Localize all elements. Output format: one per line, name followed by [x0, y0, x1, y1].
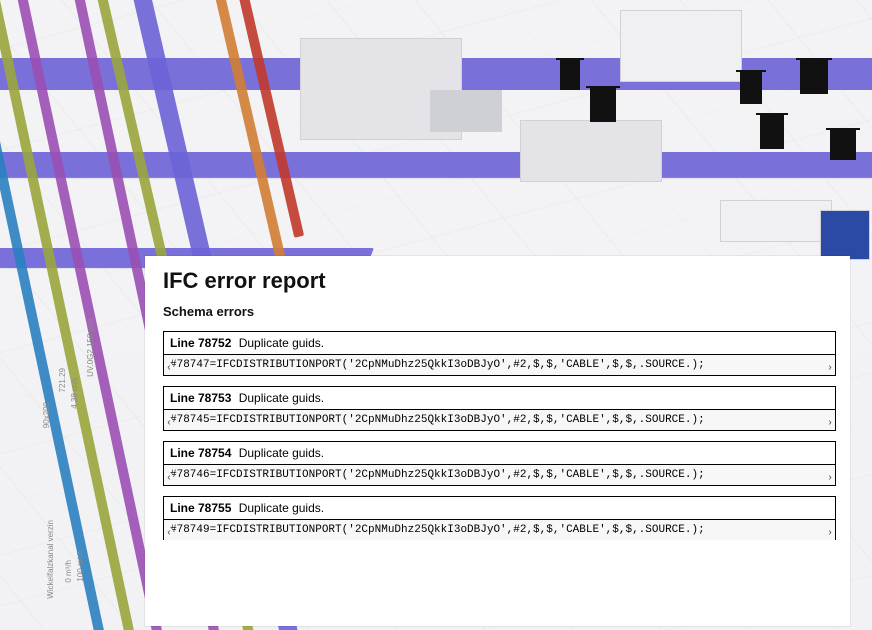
bg-label-c: 4.38 m/s — [70, 378, 79, 409]
error-code: #78747=IFCDISTRIBUTIONPORT('2CpNMuDhz25Q… — [170, 359, 705, 371]
bg-label-d: 90x200 — [42, 402, 51, 428]
error-code-box[interactable]: #78749=IFCDISTRIBUTIONPORT('2CpNMuDhz25Q… — [163, 519, 836, 540]
error-line-label: Line 78753 — [170, 391, 231, 405]
error-message: Duplicate guids. — [239, 501, 324, 515]
bg-label-e: 0 m³/h — [64, 560, 73, 583]
schema-error-row: Line 78755 Duplicate guids. #78749=IFCDI… — [163, 496, 836, 540]
error-code: #78745=IFCDISTRIBUTIONPORT('2CpNMuDhz25Q… — [170, 414, 705, 426]
error-message: Duplicate guids. — [239, 446, 324, 460]
error-message: Duplicate guids. — [239, 391, 324, 405]
error-code-box[interactable]: #78746=IFCDISTRIBUTIONPORT('2CpNMuDhz25Q… — [163, 464, 836, 486]
error-code-box[interactable]: #78745=IFCDISTRIBUTIONPORT('2CpNMuDhz25Q… — [163, 409, 836, 431]
error-header: Line 78755 Duplicate guids. — [163, 496, 836, 519]
bg-label-b: 721.29 — [58, 368, 67, 392]
report-title: IFC error report — [163, 268, 836, 294]
ifc-error-report-panel: IFC error report Schema errors Line 7875… — [145, 256, 850, 626]
error-header: Line 78752 Duplicate guids. — [163, 331, 836, 354]
schema-error-row: Line 78753 Duplicate guids. #78745=IFCDI… — [163, 386, 836, 431]
schema-error-row: Line 78752 Duplicate guids. #78747=IFCDI… — [163, 331, 836, 376]
error-line-label: Line 78754 — [170, 446, 231, 460]
error-header: Line 78754 Duplicate guids. — [163, 441, 836, 464]
error-code: #78749=IFCDISTRIBUTIONPORT('2CpNMuDhz25Q… — [170, 524, 705, 536]
error-code-box[interactable]: #78747=IFCDISTRIBUTIONPORT('2CpNMuDhz25Q… — [163, 354, 836, 376]
error-header: Line 78753 Duplicate guids. — [163, 386, 836, 409]
schema-error-row: Line 78754 Duplicate guids. #78746=IFCDI… — [163, 441, 836, 486]
error-code: #78746=IFCDISTRIBUTIONPORT('2CpNMuDhz25Q… — [170, 469, 705, 481]
bg-label-g: Wickelfalzkanal verzin — [46, 520, 55, 599]
report-subtitle: Schema errors — [163, 304, 836, 319]
error-message: Duplicate guids. — [239, 336, 324, 350]
error-line-label: Line 78755 — [170, 501, 231, 515]
bg-label-f: 100 m³/h — [76, 550, 85, 582]
bg-label-a: UV.0G2.159.gob — [86, 318, 95, 377]
error-line-label: Line 78752 — [170, 336, 231, 350]
